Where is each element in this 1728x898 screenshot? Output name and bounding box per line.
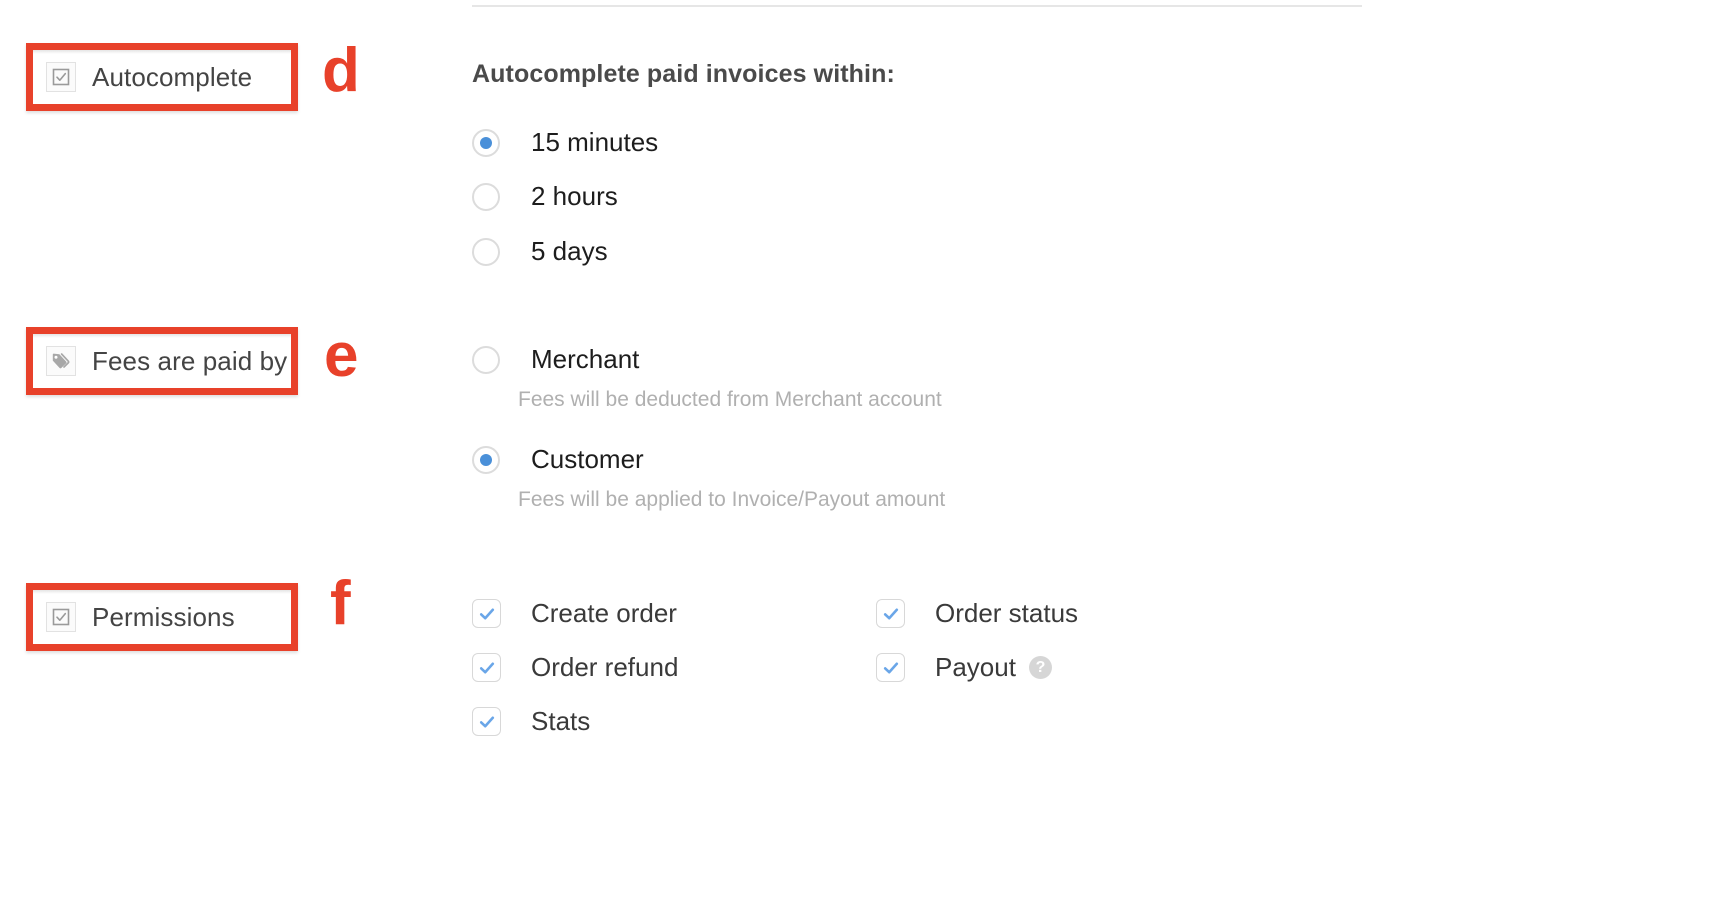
radio-option-15-minutes[interactable]: 15 minutes xyxy=(472,127,658,158)
section-divider xyxy=(472,5,1362,7)
radio-dot xyxy=(480,136,492,149)
label-box-autocomplete-text: Autocomplete xyxy=(92,61,253,92)
annotation-letter-d: d xyxy=(322,36,360,105)
box-inner-shadow xyxy=(33,334,291,338)
help-circle-icon[interactable]: ? xyxy=(1028,656,1052,679)
radio-option-2-hours[interactable]: 2 hours xyxy=(472,181,618,212)
checkbox-indicator[interactable] xyxy=(472,599,501,628)
customer-note: Fees will be applied to Invoice/Payout a… xyxy=(518,488,946,511)
permission-label-payout: Payout xyxy=(935,652,1016,682)
radio-indicator[interactable] xyxy=(472,345,500,374)
permission-label-order-status: Order status xyxy=(935,598,1079,628)
checkbox-indicator[interactable] xyxy=(876,599,905,628)
radio-option-merchant[interactable]: Merchant xyxy=(472,344,639,375)
radio-label-5-days: 5 days xyxy=(531,236,608,266)
radio-dot xyxy=(480,453,492,466)
radio-option-customer[interactable]: Customer xyxy=(472,444,644,475)
label-box-fees-text: Fees are paid by xyxy=(92,345,288,376)
permission-label-order-refund: Order refund xyxy=(531,652,679,682)
permission-label-create-order: Create order xyxy=(531,598,677,628)
checkbox-square-icon xyxy=(46,602,76,632)
radio-label-merchant: Merchant xyxy=(531,344,640,374)
permission-label-stats: Stats xyxy=(531,706,591,736)
radio-label-customer: Customer xyxy=(531,444,644,474)
permission-order-refund[interactable]: Order refund xyxy=(472,652,678,683)
checkbox-square-icon xyxy=(46,62,76,92)
radio-indicator[interactable] xyxy=(472,237,500,266)
checkbox-indicator[interactable] xyxy=(472,707,501,736)
radio-option-5-days[interactable]: 5 days xyxy=(472,236,608,267)
radio-label-2-hours: 2 hours xyxy=(531,181,618,211)
radio-label-15-minutes: 15 minutes xyxy=(531,127,659,157)
tag-icon xyxy=(46,346,76,376)
permission-create-order[interactable]: Create order xyxy=(472,598,677,629)
autocomplete-heading: Autocomplete paid invoices within: xyxy=(472,60,895,88)
checkbox-indicator[interactable] xyxy=(472,653,501,682)
radio-indicator[interactable] xyxy=(472,128,500,157)
merchant-note: Fees will be deducted from Merchant acco… xyxy=(518,388,942,411)
annotation-letter-e: e xyxy=(324,321,359,390)
permission-order-status[interactable]: Order status xyxy=(876,598,1078,629)
radio-indicator[interactable] xyxy=(472,182,500,211)
label-box-permissions[interactable]: Permissions xyxy=(26,583,298,651)
box-inner-shadow xyxy=(33,590,291,594)
annotation-letter-f: f xyxy=(330,569,351,638)
label-box-autocomplete[interactable]: Autocomplete xyxy=(26,43,298,111)
permission-stats[interactable]: Stats xyxy=(472,706,590,737)
label-box-permissions-text: Permissions xyxy=(92,601,235,632)
label-box-fees-are-paid-by[interactable]: Fees are paid by xyxy=(26,327,298,395)
checkbox-indicator[interactable] xyxy=(876,653,905,682)
box-inner-shadow xyxy=(33,50,291,54)
permission-payout[interactable]: Payout ? xyxy=(876,652,1052,683)
radio-indicator[interactable] xyxy=(472,445,500,474)
